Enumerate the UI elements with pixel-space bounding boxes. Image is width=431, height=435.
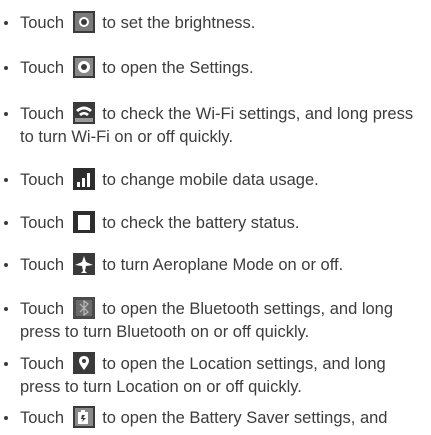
touch-label: Touch — [20, 256, 65, 274]
description: to check the battery status. — [102, 214, 300, 232]
bullet — [4, 21, 8, 25]
bullet — [4, 263, 8, 267]
settings-icon — [72, 55, 95, 78]
battery-icon — [72, 210, 95, 233]
touch-label: Touch — [20, 300, 65, 318]
aeroplane-mode-icon — [72, 252, 95, 275]
list-item-text: Touch to open the Battery Saver settings… — [20, 405, 425, 430]
touch-label: Touch — [20, 171, 65, 189]
list-item-text: Touch to change mobile data usage. — [20, 167, 425, 192]
list-item-text: Touch to open the Location settings, and… — [20, 351, 425, 398]
touch-label: Touch — [20, 355, 65, 373]
description: to change mobile data usage. — [102, 171, 319, 189]
list-item-text: Touch to open the Settings. — [20, 55, 425, 80]
touch-label: Touch — [20, 105, 65, 123]
list-item-text: Touch to open the Bluetooth settings, an… — [20, 296, 425, 343]
bullet — [4, 221, 8, 225]
wifi-icon — [72, 101, 95, 124]
list-item-text: Touch to check the Wi-Fi settings, and l… — [20, 101, 425, 148]
touch-label: Touch — [20, 409, 65, 427]
touch-label: Touch — [20, 214, 65, 232]
bullet — [4, 112, 8, 116]
bullet — [4, 307, 8, 311]
battery-saver-icon — [72, 405, 95, 428]
mobile-data-icon — [72, 167, 95, 190]
bluetooth-icon — [72, 296, 95, 319]
bullet — [4, 178, 8, 182]
list-item-text: Touch to check the battery status. — [20, 210, 425, 235]
description: to set the brightness. — [102, 14, 256, 32]
description: to open the Settings. — [102, 59, 254, 77]
description: to turn Aeroplane Mode on or off. — [102, 256, 344, 274]
bullet — [4, 416, 8, 420]
bullet — [4, 66, 8, 70]
location-icon — [72, 351, 95, 374]
description: to open the Battery Saver settings, and — [102, 409, 388, 427]
touch-label: Touch — [20, 14, 65, 32]
brightness-icon — [72, 10, 95, 33]
list-item-text: Touch to set the brightness. — [20, 10, 425, 35]
touch-label: Touch — [20, 59, 65, 77]
bullet — [4, 362, 8, 366]
list-item-text: Touch to turn Aeroplane Mode on or off. — [20, 252, 425, 277]
